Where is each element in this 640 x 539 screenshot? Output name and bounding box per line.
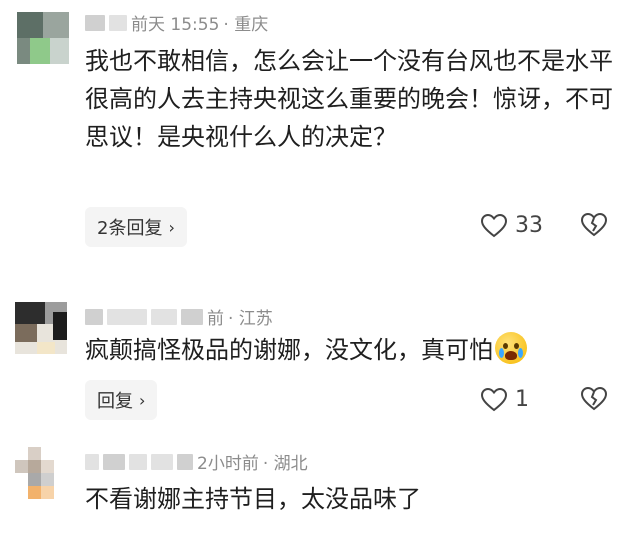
view-replies-button[interactable]: 2条回复 › (85, 207, 187, 247)
like-button[interactable]: 33 (481, 213, 543, 238)
heart-icon (481, 213, 507, 237)
dislike-button[interactable] (580, 386, 608, 415)
comment-meta: 2小时前 · 湖北 (85, 449, 308, 474)
crying-face-emoji (495, 332, 527, 364)
avatar[interactable] (15, 302, 67, 354)
tear (518, 348, 523, 358)
comment-text: 不看谢娜主持节目，太没品味了 (85, 485, 421, 513)
username-redacted (177, 453, 193, 470)
username-redacted (85, 308, 103, 325)
username-redacted (181, 308, 203, 325)
heart-icon (481, 387, 507, 411)
comment-meta: 前天 15:55 · 重庆 (85, 10, 268, 35)
dislike-button[interactable] (580, 212, 608, 241)
tear (499, 348, 504, 358)
comment-location: · 江苏 (228, 309, 273, 329)
username-redacted (107, 308, 147, 325)
chevron-right-icon: › (168, 217, 175, 237)
username-redacted (85, 453, 99, 470)
comment-time: 前 (207, 309, 224, 329)
reply-button[interactable]: 回复 › (85, 380, 158, 420)
like-count: 33 (515, 213, 543, 238)
comment-location: · 湖北 (262, 454, 308, 474)
comment-time: 前天 15:55 (131, 15, 220, 35)
broken-heart-icon (580, 212, 608, 237)
like-count: 1 (515, 387, 529, 412)
comment-text-content: 疯颠搞怪极品的谢娜，没文化，真可怕 (85, 336, 493, 364)
username-redacted (151, 308, 177, 325)
replies-label: 2条回复 (97, 218, 163, 239)
avatar[interactable] (17, 12, 69, 64)
comment-meta: 前 · 江苏 (85, 304, 273, 329)
reply-label: 回复 (97, 391, 133, 412)
chevron-right-icon: › (139, 390, 146, 410)
username-redacted (151, 453, 173, 470)
comment-text: 我也不敢相信，怎么会让一个没有台风也不是水平很高的人去主持央视这么重要的晚会！惊… (85, 47, 613, 151)
comment-text: 疯颠搞怪极品的谢娜，没文化，真可怕 (85, 331, 615, 369)
comment-time: 2小时前 (197, 454, 259, 474)
broken-heart-icon (580, 386, 608, 411)
username-redacted (103, 453, 125, 470)
avatar[interactable] (15, 447, 67, 499)
username-redacted (129, 453, 147, 470)
username-redacted (85, 14, 105, 31)
username-redacted (109, 14, 127, 31)
like-button[interactable]: 1 (481, 387, 529, 412)
comment-location: · 重庆 (223, 15, 269, 35)
